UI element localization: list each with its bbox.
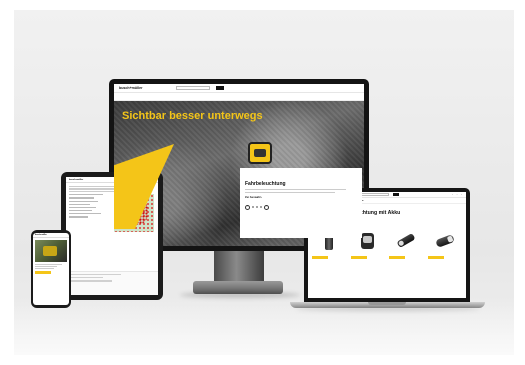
product-image: [389, 228, 424, 254]
intro-text: [35, 264, 67, 270]
product-card[interactable]: [427, 228, 463, 259]
hero-teaser-card: Fahrbeleuchtung Zur Auswahl › ‹ ›: [240, 168, 362, 238]
product-card[interactable]: [389, 228, 424, 259]
details-button[interactable]: [389, 255, 405, 259]
header-utilities: ▪ ▪ ▪: [452, 194, 462, 196]
teaser-title: Fahrbeleuchtung: [245, 181, 286, 187]
product-image: [35, 240, 67, 262]
desktop-header: busch+müller: [114, 84, 364, 93]
monitor-stand-neck: [214, 251, 264, 283]
teaser-link[interactable]: Zur Auswahl ›: [245, 196, 357, 199]
search-button[interactable]: [392, 193, 399, 196]
search-input[interactable]: [176, 86, 211, 90]
bike-headlight-icon: [396, 232, 416, 249]
main-navigation: [114, 93, 364, 101]
search-input[interactable]: [358, 193, 389, 196]
brand-logo[interactable]: busch+müller: [69, 179, 83, 181]
details-button[interactable]: [427, 255, 444, 259]
slider-dot[interactable]: [252, 206, 254, 208]
monitor-shadow: [180, 292, 300, 298]
laptop-notch: [368, 302, 406, 305]
teaser-text: [245, 189, 357, 193]
brand-logo[interactable]: busch+müller: [33, 233, 69, 238]
slider-next-button[interactable]: ›: [264, 204, 269, 210]
slider-prev-button[interactable]: ‹: [245, 204, 250, 210]
utility-link[interactable]: ▪: [457, 194, 458, 196]
bike-headlight-icon: [434, 233, 455, 248]
bike-headlight-icon: [361, 232, 375, 249]
phone-screen: busch+müller: [33, 233, 69, 305]
utility-link[interactable]: ▪: [461, 194, 462, 196]
brand-logo[interactable]: busch+müller: [119, 86, 142, 90]
utility-link[interactable]: ▪: [452, 194, 453, 196]
slider-dot[interactable]: [260, 206, 262, 208]
dealer-list: [69, 194, 111, 232]
details-button[interactable]: [312, 255, 328, 259]
hero-headline: Sichtbar besser unterwegs: [122, 110, 263, 122]
laptop-shadow: [296, 307, 480, 311]
tablet-footer: [66, 271, 158, 295]
slider-controls: ‹ ›: [245, 204, 357, 210]
bike-headlight-icon: [248, 142, 272, 164]
details-button[interactable]: [350, 255, 367, 259]
slider-dot[interactable]: [256, 206, 258, 208]
cta-button[interactable]: [35, 271, 51, 275]
phone-device: busch+müller: [31, 230, 71, 308]
search-button[interactable]: [216, 86, 225, 90]
product-image: [428, 228, 463, 254]
